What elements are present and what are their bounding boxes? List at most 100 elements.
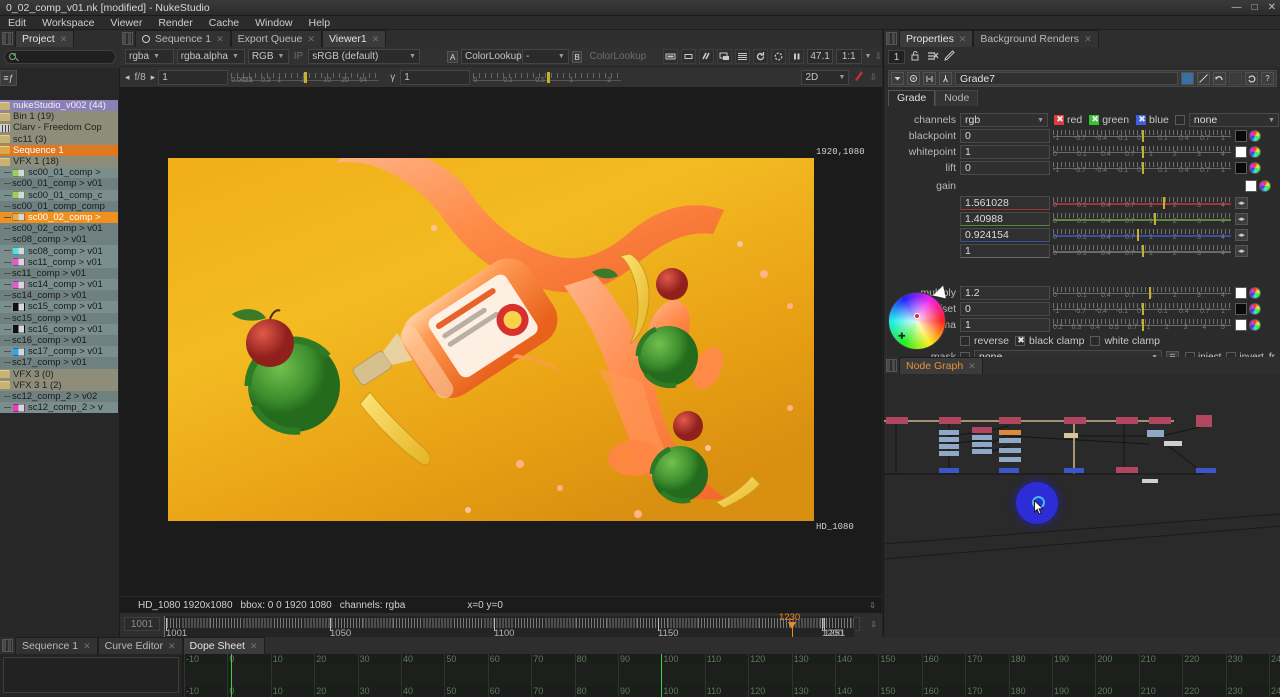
enable-icon[interactable]	[1181, 72, 1194, 85]
menu-help[interactable]: Help	[301, 16, 339, 30]
blue-channel-checkbox[interactable]	[1136, 115, 1146, 125]
gain-animate-button[interactable]: ◂▸	[1235, 213, 1248, 225]
slider-knob[interactable]	[1142, 245, 1144, 257]
node-name-field[interactable]: Grade7	[955, 72, 1178, 85]
viewer-image[interactable]: 1920,1080 HD_1080	[168, 158, 814, 521]
bin-item[interactable]: VFX 1 (18)	[0, 156, 118, 167]
b-input-select[interactable]: ColorLookup	[585, 49, 643, 64]
grade-stack-1[interactable]	[939, 430, 959, 435]
channels-select[interactable]: rgba▼	[125, 49, 174, 64]
gamma-slider[interactable]: 0.20.30.40.50.712345	[1053, 318, 1231, 332]
close-icon[interactable]: ✕	[968, 361, 976, 372]
gain-channel-slider[interactable]: 00.10.40.71234	[1053, 212, 1231, 226]
viewer-node-1[interactable]	[939, 468, 959, 473]
gain-channel-input[interactable]: 1.40988	[960, 212, 1050, 226]
whitepoint-slider[interactable]: 00.10.40.71234	[1053, 145, 1231, 159]
transform-node[interactable]	[1147, 430, 1164, 437]
bin-item[interactable]: sc12_comp_2 > v02	[0, 391, 118, 402]
close-icon[interactable]: ✕	[959, 34, 967, 45]
project-settings-button[interactable]: ≡ƒ	[0, 70, 17, 86]
tab-sequence-1[interactable]: Sequence 1 ✕	[135, 30, 231, 47]
whitepoint-color-wheel-icon[interactable]	[1249, 146, 1261, 158]
maximize-button[interactable]: □	[1252, 0, 1258, 16]
edit-icon[interactable]	[943, 49, 956, 65]
close-icon[interactable]: ✕	[307, 34, 315, 45]
offset-color-swatch[interactable]	[1235, 303, 1247, 315]
wipe-icon[interactable]	[717, 49, 732, 64]
slider-knob[interactable]	[1163, 197, 1165, 209]
lift-color-swatch[interactable]	[1235, 162, 1247, 174]
slider-knob[interactable]	[1149, 287, 1151, 299]
refresh-icon[interactable]	[753, 49, 768, 64]
gamma-input[interactable]: 1	[960, 318, 1050, 332]
bin-item[interactable]: nukeStudio_v002 (44)	[0, 100, 118, 111]
bin-item[interactable]: sc15_comp > v01	[0, 313, 118, 324]
node-col-1[interactable]	[972, 427, 992, 433]
bin-item[interactable]: sc00_02_comp >	[0, 212, 118, 223]
blackpoint-input[interactable]: 0	[960, 129, 1050, 143]
multiply-input[interactable]: 1.2	[960, 286, 1050, 300]
project-bin-tree[interactable]: nukeStudio_v002 (44)Bin 1 (19)Clarv - Fr…	[0, 100, 118, 630]
blackpoint-color-swatch[interactable]	[1235, 130, 1247, 142]
panel-grip-icon[interactable]	[122, 32, 133, 45]
read-node-5[interactable]	[1149, 417, 1171, 424]
gain-animate-button[interactable]: ◂▸	[1235, 197, 1248, 209]
bin-item[interactable]: sc17_comp > v01	[0, 346, 118, 357]
dope-playhead[interactable]	[661, 654, 662, 697]
node-b3[interactable]	[999, 448, 1021, 453]
bin-item[interactable]: sc00_01_comp >	[0, 167, 118, 178]
viewer-viewport[interactable]: 1920,1080 HD_1080	[120, 87, 882, 596]
redo-icon[interactable]	[1229, 72, 1242, 85]
target-icon[interactable]	[907, 72, 920, 85]
write-node[interactable]	[1196, 415, 1212, 427]
dope-playhead-start[interactable]	[231, 654, 232, 697]
reverse-checkbox[interactable]	[960, 336, 970, 346]
dope-sheet-grid[interactable]: -10-100010102020303040405050606070708080…	[182, 654, 1280, 697]
gamma-slider[interactable]: 00.10.512	[473, 70, 621, 85]
pick-icon[interactable]	[939, 72, 952, 85]
properties-count[interactable]: 1	[888, 50, 905, 64]
proxy-icon[interactable]	[663, 49, 678, 64]
multiply-color-wheel-icon[interactable]	[1249, 287, 1261, 299]
bin-item[interactable]: sc14_comp > v01	[0, 279, 118, 290]
roi-icon[interactable]	[681, 49, 696, 64]
slider-knob[interactable]	[304, 72, 307, 83]
collapse-icon[interactable]: ⇩	[869, 601, 876, 610]
panel-grip-icon[interactable]	[886, 359, 897, 372]
panel-grip-icon[interactable]	[2, 32, 13, 45]
gain-color-wheel-icon[interactable]	[1259, 180, 1271, 192]
overlay-icon[interactable]	[735, 49, 750, 64]
read-node-4[interactable]	[1116, 417, 1138, 424]
slider-knob[interactable]	[1137, 229, 1139, 241]
a-input-label[interactable]: A	[447, 51, 458, 63]
dope-sheet-tracklist[interactable]	[0, 654, 182, 697]
gain-channel-slider[interactable]: 00.10.40.71234	[1053, 244, 1231, 258]
bin-item[interactable]: VFX 3 1 (2)	[0, 380, 118, 391]
white-clamp-checkbox[interactable]	[1090, 336, 1100, 346]
undo-icon[interactable]	[1213, 72, 1226, 85]
tab-viewer1[interactable]: Viewer1 ✕	[322, 30, 386, 47]
chevron-down-icon[interactable]: ▼	[865, 53, 872, 60]
panel-grip-icon[interactable]	[886, 32, 897, 45]
channels-select[interactable]: rgb ▼	[960, 113, 1048, 127]
gain-channel-slider[interactable]: 00.10.40.71234	[1053, 228, 1231, 242]
color-marker-icon[interactable]	[914, 313, 920, 319]
close-icon[interactable]: ✕	[60, 34, 68, 45]
slider-knob[interactable]	[1142, 303, 1144, 315]
merge-node[interactable]	[939, 417, 961, 424]
grade-stack-4[interactable]	[939, 451, 959, 456]
panel-grip-icon[interactable]	[2, 639, 13, 652]
alpha-channel-select[interactable]: rgba.alpha▼	[177, 49, 245, 64]
bin-item[interactable]: sc08_comp > v01	[0, 245, 118, 256]
multiply-color-swatch[interactable]	[1235, 287, 1247, 299]
gain-value[interactable]: 47.1	[807, 49, 833, 64]
slider-knob[interactable]	[1154, 213, 1156, 225]
tab-grade[interactable]: Grade	[888, 90, 935, 106]
gamma-input[interactable]: 1	[400, 70, 470, 85]
blackpoint-slider[interactable]: -1-0.7-0.4-0.100.10.40.71	[1053, 129, 1231, 143]
disable-icon[interactable]	[1197, 72, 1210, 85]
small-white-node[interactable]	[1142, 479, 1158, 483]
slider-knob[interactable]	[1142, 130, 1144, 142]
bin-item[interactable]: sc00_02_comp > v01	[0, 223, 118, 234]
menu-cache[interactable]: Cache	[201, 16, 247, 30]
